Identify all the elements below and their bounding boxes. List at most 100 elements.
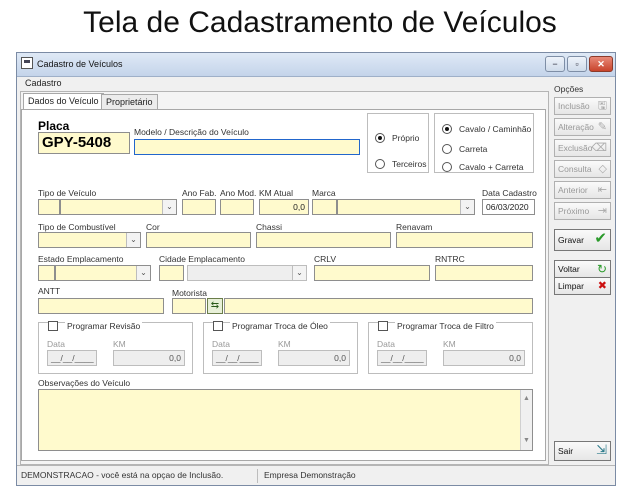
marca-code-field[interactable] [312, 199, 337, 215]
troca-oleo-label: Programar Troca de Óleo [230, 321, 330, 331]
menu-cadastro[interactable]: Cadastro [25, 78, 62, 88]
radio-proprio[interactable] [375, 133, 385, 143]
exit-icon: ⇲ [596, 442, 607, 457]
cidade-emplacamento-label: Cidade Emplacamento [159, 254, 245, 264]
scroll-down-icon[interactable]: ▼ [523, 434, 530, 448]
marca-label: Marca [312, 188, 336, 198]
troca-oleo-data-field[interactable]: __/__/____ [212, 350, 262, 366]
radio-cavalo-caminhao[interactable] [442, 124, 452, 134]
status-bar: DEMONSTRACAO - você está na opçao de Inc… [17, 465, 615, 485]
chevron-down-icon[interactable]: ⌄ [162, 200, 176, 214]
composicao-group: Cavalo / Caminhão Carreta Cavalo + Carre… [434, 113, 534, 173]
troca-filtro-checkbox[interactable] [378, 321, 388, 331]
close-button[interactable]: ✕ [589, 56, 613, 72]
refresh-icon: ↻ [596, 262, 607, 276]
cor-field[interactable] [146, 232, 251, 248]
title-bar[interactable]: Cadastro de Veículos − ▫ ✕ [17, 53, 615, 77]
delete-icon: ⌫ [591, 142, 607, 154]
estado-emplacamento-label: Estado Emplacamento [38, 254, 124, 264]
radio-carreta[interactable] [442, 144, 452, 154]
consulta-button[interactable]: Consulta ◇ [554, 160, 611, 178]
tipo-combustivel-select[interactable]: ⌄ [38, 232, 141, 248]
radio-terceiros[interactable] [375, 159, 385, 169]
troca-oleo-checkbox[interactable] [213, 321, 223, 331]
revisao-km-field[interactable]: 0,0 [113, 350, 185, 366]
ano-mod-field[interactable] [220, 199, 254, 215]
exclusao-button[interactable]: Exclusão ⌫ [554, 139, 611, 157]
chassi-label: Chassi [256, 222, 282, 232]
troca-oleo-km-field[interactable]: 0,0 [278, 350, 350, 366]
revisao-checkbox[interactable] [48, 321, 58, 331]
crlv-field[interactable] [314, 265, 430, 281]
marca-select[interactable]: ⌄ [337, 199, 475, 215]
troca-filtro-group: Programar Troca de Filtro Data __/__/___… [368, 321, 533, 374]
estado-code-field[interactable] [38, 265, 55, 281]
gravar-button[interactable]: Gravar ✔ [554, 229, 611, 251]
chevron-down-icon[interactable]: ⌄ [292, 266, 306, 280]
modelo-label: Modelo / Descrição do Veículo [134, 127, 249, 137]
placa-field[interactable]: GPY-5408 [38, 132, 130, 154]
maximize-button[interactable]: ▫ [567, 56, 587, 72]
chevron-down-icon[interactable]: ⌄ [460, 200, 474, 214]
troca-filtro-km-field[interactable]: 0,0 [443, 350, 525, 366]
renavam-label: Renavam [396, 222, 433, 232]
alteracao-button[interactable]: Alteração ✎ [554, 118, 611, 136]
window-title: Cadastro de Veículos [37, 59, 123, 69]
tab-dados-veiculo[interactable]: Dados do Veículo [23, 93, 104, 110]
troca-oleo-group: Programar Troca de Óleo Data __/__/____ … [203, 321, 358, 374]
revisao-group: Programar Revisão Data __/__/____ KM 0,0 [38, 321, 193, 374]
observacoes-scrollbar[interactable]: ▲ ▼ [520, 390, 532, 450]
troca-filtro-data-field[interactable]: __/__/____ [377, 350, 427, 366]
modelo-field[interactable] [134, 139, 360, 155]
cidade-emplacamento-select[interactable]: ⌄ [187, 265, 307, 281]
inclusao-button[interactable]: Inclusão 🖫 [554, 97, 611, 115]
chevron-down-icon[interactable]: ⌄ [136, 266, 150, 280]
rntrc-field[interactable] [435, 265, 533, 281]
sair-button[interactable]: Sair ⇲ [554, 441, 611, 461]
scroll-up-icon[interactable]: ▲ [523, 392, 530, 406]
revisao-data-field[interactable]: __/__/____ [47, 350, 97, 366]
proximo-button[interactable]: Próximo ⇥ [554, 202, 611, 220]
chevron-down-icon[interactable]: ⌄ [126, 233, 140, 247]
chassi-field[interactable] [256, 232, 391, 248]
renavam-field[interactable] [396, 232, 533, 248]
radio-proprio-label: Próprio [392, 133, 420, 143]
radio-cavalo-carreta[interactable] [442, 162, 452, 172]
form-panel: Placa GPY-5408 Modelo / Descrição do Veí… [21, 109, 546, 461]
antt-field[interactable] [38, 298, 164, 314]
estado-emplacamento-select[interactable]: ⌄ [55, 265, 151, 281]
save-icon: 🖫 [597, 100, 607, 112]
menu-bar: Cadastro [17, 77, 557, 91]
check-icon: ✔ [594, 230, 607, 247]
motorista-code-field[interactable] [172, 298, 206, 314]
observacoes-label: Observações do Veículo [38, 378, 131, 388]
propriedade-group: Próprio Terceiros [367, 113, 429, 173]
tipo-veiculo-select[interactable]: ⌄ [60, 199, 177, 215]
observacoes-textarea[interactable]: ▲ ▼ [38, 389, 533, 451]
antt-label: ANTT [38, 286, 61, 296]
data-cadastro-field[interactable]: 06/03/2020 [482, 199, 535, 215]
revisao-km-label: KM [113, 339, 126, 349]
sidebar-title: Opções [554, 84, 584, 94]
radio-cavalo-caminhao-label: Cavalo / Caminhão [459, 124, 532, 134]
motorista-name-field[interactable] [224, 298, 533, 314]
troca-oleo-km-label: KM [278, 339, 291, 349]
km-atual-field[interactable]: 0,0 [259, 199, 309, 215]
limpar-button[interactable]: Limpar ✖ [554, 277, 611, 295]
motorista-lookup-icon[interactable]: ⇆ [207, 298, 223, 314]
page-heading: Tela de Cadastramento de Veículos [83, 6, 557, 39]
tipo-veiculo-code-field[interactable] [38, 199, 60, 215]
data-cadastro-label: Data Cadastro [482, 188, 537, 198]
ano-fab-field[interactable] [182, 199, 216, 215]
tab-proprietario[interactable]: Proprietário [101, 94, 158, 109]
main-window: Cadastro de Veículos − ▫ ✕ Cadastro Dado… [16, 52, 616, 486]
minimize-button[interactable]: − [545, 56, 565, 72]
motorista-label: Motorista [172, 288, 207, 298]
ano-fab-label: Ano Fab. [182, 188, 217, 198]
revisao-data-label: Data [47, 339, 65, 349]
troca-filtro-data-label: Data [377, 339, 395, 349]
cidade-code-field[interactable] [159, 265, 184, 281]
voltar-button[interactable]: Voltar ↻ [554, 260, 611, 278]
anterior-button[interactable]: Anterior ⇤ [554, 181, 611, 199]
troca-filtro-km-label: KM [443, 339, 456, 349]
